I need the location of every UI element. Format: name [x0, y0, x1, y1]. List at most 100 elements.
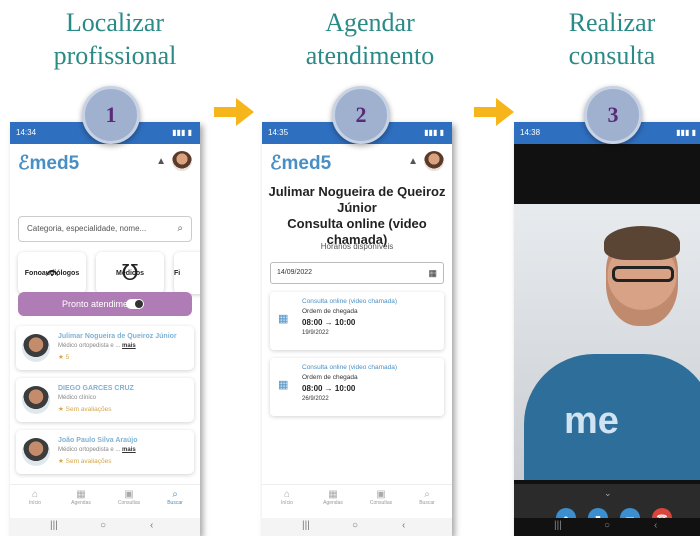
- more-link[interactable]: mais: [122, 343, 136, 349]
- step-2-title-line2: atendimento: [305, 41, 435, 70]
- calendar-icon[interactable]: ▦: [428, 263, 437, 283]
- video-call-area: me ⌄ ● ■ ▭ ☎: [514, 144, 700, 528]
- step-2-title: Agendar atendimento: [285, 6, 455, 72]
- step-1-badge: 1: [82, 86, 140, 144]
- doctor-specialty: Médico clínico: [58, 395, 97, 401]
- date-field[interactable]: 14/09/2022 ▦: [270, 262, 444, 284]
- avatar[interactable]: [172, 151, 192, 171]
- professional-card[interactable]: DIEGO GARCES CRUZ Médico clínico ★ Sem a…: [16, 378, 194, 422]
- step-2-title-line1: Agendar: [325, 8, 415, 37]
- step-3-title-line1: Realizar: [568, 8, 656, 37]
- doctor-name: Julimar Nogueira de Queiroz Júnior: [58, 333, 177, 340]
- step-3-title: Realizar consulta: [527, 6, 697, 72]
- doctor-photo: [22, 334, 50, 362]
- nav-buscar[interactable]: ⌕ Buscar: [408, 489, 446, 506]
- avatar[interactable]: [424, 151, 444, 171]
- step-1-title-line2: profissional: [53, 41, 177, 70]
- nav-label: Buscar: [167, 500, 183, 506]
- system-nav: ||| ○ ‹: [262, 518, 452, 536]
- step-1-title-line1: Localizar: [65, 8, 165, 37]
- category-label: Médicos: [115, 270, 144, 277]
- calendar-icon: ▦: [278, 379, 289, 391]
- phone-search-screen: 14:34 ▮▮▮ ▮ ℰmed5 ▲ Categoria, especiali…: [10, 122, 200, 536]
- specialty-text: Médico ortopedista e ...: [58, 343, 121, 349]
- doctor-name: DIEGO GARCES CRUZ: [58, 385, 134, 392]
- home-button-icon[interactable]: ○: [352, 520, 358, 531]
- nav-buscar[interactable]: ⌕ Buscar: [156, 489, 194, 506]
- status-time: 14:38: [520, 128, 541, 137]
- pronto-toggle[interactable]: [126, 299, 144, 309]
- time-slot-card[interactable]: ▦ Consulta online (video chamada) Ordem …: [270, 358, 444, 416]
- slot-order: Ordem de chegada: [302, 308, 358, 315]
- professional-card[interactable]: Julimar Nogueira de Queiroz Júnior Médic…: [16, 326, 194, 370]
- system-nav: ||| ○ ‹: [514, 518, 700, 536]
- logo-text: med5: [281, 153, 332, 174]
- home-button-icon[interactable]: ○: [100, 520, 106, 531]
- shirt-logo-text: me: [564, 400, 619, 442]
- med5-logo: ℰmed5: [18, 153, 80, 174]
- arrow-right-icon: [214, 98, 254, 126]
- recents-icon[interactable]: |||: [554, 520, 562, 531]
- system-nav: ||| ○ ‹: [10, 518, 200, 536]
- calendar-icon: ▦: [328, 489, 338, 500]
- nav-agendas[interactable]: ▦ Agendas: [314, 489, 352, 506]
- remote-video: me: [514, 204, 700, 480]
- briefcase-icon: ▣: [124, 489, 134, 500]
- doctor-title: Julimar Nogueira de Queiroz Júnior Consu…: [268, 184, 446, 248]
- bell-icon[interactable]: ▲: [156, 156, 166, 167]
- professional-card[interactable]: João Paulo Silva Araújo Médico ortopedis…: [16, 430, 194, 474]
- slot-date: 19/9/2022: [302, 330, 329, 336]
- home-button-icon[interactable]: ○: [604, 520, 610, 531]
- step-2-badge: 2: [332, 86, 390, 144]
- step-3-badge: 3: [584, 86, 642, 144]
- nav-label: Início: [29, 500, 41, 506]
- category-label: Fonoaudiólogos: [24, 270, 80, 277]
- recents-icon[interactable]: |||: [302, 520, 310, 531]
- home-icon: ⌂: [283, 489, 291, 500]
- nav-inicio[interactable]: ⌂ Início: [268, 489, 306, 506]
- back-icon[interactable]: ‹: [654, 520, 657, 531]
- home-icon: ⌂: [31, 489, 39, 500]
- available-times-label: Horários disponíveis: [320, 242, 394, 251]
- phone-video-call-screen: 14:38 ▮▮▮ ▮ me ⌄ ● ■ ▭ ☎ ||| ○ ‹: [514, 122, 700, 536]
- nav-consultas[interactable]: ▣ Consultas: [110, 489, 148, 506]
- specialty-text: Médico ortopedista e ...: [58, 447, 121, 453]
- more-link[interactable]: mais: [122, 447, 136, 453]
- doctor-specialty: Médico ortopedista e ... mais: [58, 447, 136, 453]
- nav-label: Início: [281, 500, 293, 506]
- pronto-atendimento-button[interactable]: Pronto atendimento: [18, 292, 192, 316]
- person-hair: [604, 226, 680, 260]
- nav-consultas[interactable]: ▣ Consultas: [362, 489, 400, 506]
- nav-agendas[interactable]: ▦ Agendas: [62, 489, 100, 506]
- slot-date: 26/9/2022: [302, 396, 329, 402]
- recents-icon[interactable]: |||: [50, 520, 58, 531]
- doctor-photo: [22, 386, 50, 414]
- signal-icon: ▮▮▮ ▮: [172, 128, 192, 137]
- app-header: ℰmed5 ▲: [262, 144, 452, 180]
- back-icon[interactable]: ‹: [150, 520, 153, 531]
- rating: ★ 5: [58, 354, 70, 361]
- bell-icon[interactable]: ▲: [408, 156, 418, 167]
- slot-type: Consulta online (video chamada): [302, 298, 398, 305]
- slot-time: 08:00 → 10:00: [302, 318, 356, 327]
- search-icon: ⌕: [424, 489, 430, 500]
- date-value: 14/09/2022: [277, 269, 313, 276]
- chevron-down-icon[interactable]: ⌄: [604, 488, 612, 499]
- calendar-icon: ▦: [76, 489, 86, 500]
- back-icon[interactable]: ‹: [402, 520, 405, 531]
- time-slot-card[interactable]: ▦ Consulta online (video chamada) Ordem …: [270, 292, 444, 350]
- nav-label: Buscar: [419, 500, 435, 506]
- search-placeholder: Categoria, especialidade, nome...: [27, 224, 147, 233]
- app-header: ℰmed5 ▲: [10, 144, 200, 180]
- nav-label: Consultas: [369, 500, 393, 506]
- glasses: [612, 266, 674, 282]
- nav-label: Agendas: [323, 500, 343, 506]
- rating: ★ Sem avaliações: [58, 458, 112, 465]
- search-icon[interactable]: ⌕: [177, 217, 183, 241]
- search-input[interactable]: Categoria, especialidade, nome... ⌕: [18, 216, 192, 242]
- med5-logo: ℰmed5: [270, 153, 332, 174]
- nav-inicio[interactable]: ⌂ Início: [16, 489, 54, 506]
- bottom-nav: ⌂ Início ▦ Agendas ▣ Consultas ⌕ Buscar: [10, 484, 200, 518]
- doctor-name: João Paulo Silva Araújo: [58, 437, 138, 444]
- signal-icon: ▮▮▮ ▮: [676, 128, 696, 137]
